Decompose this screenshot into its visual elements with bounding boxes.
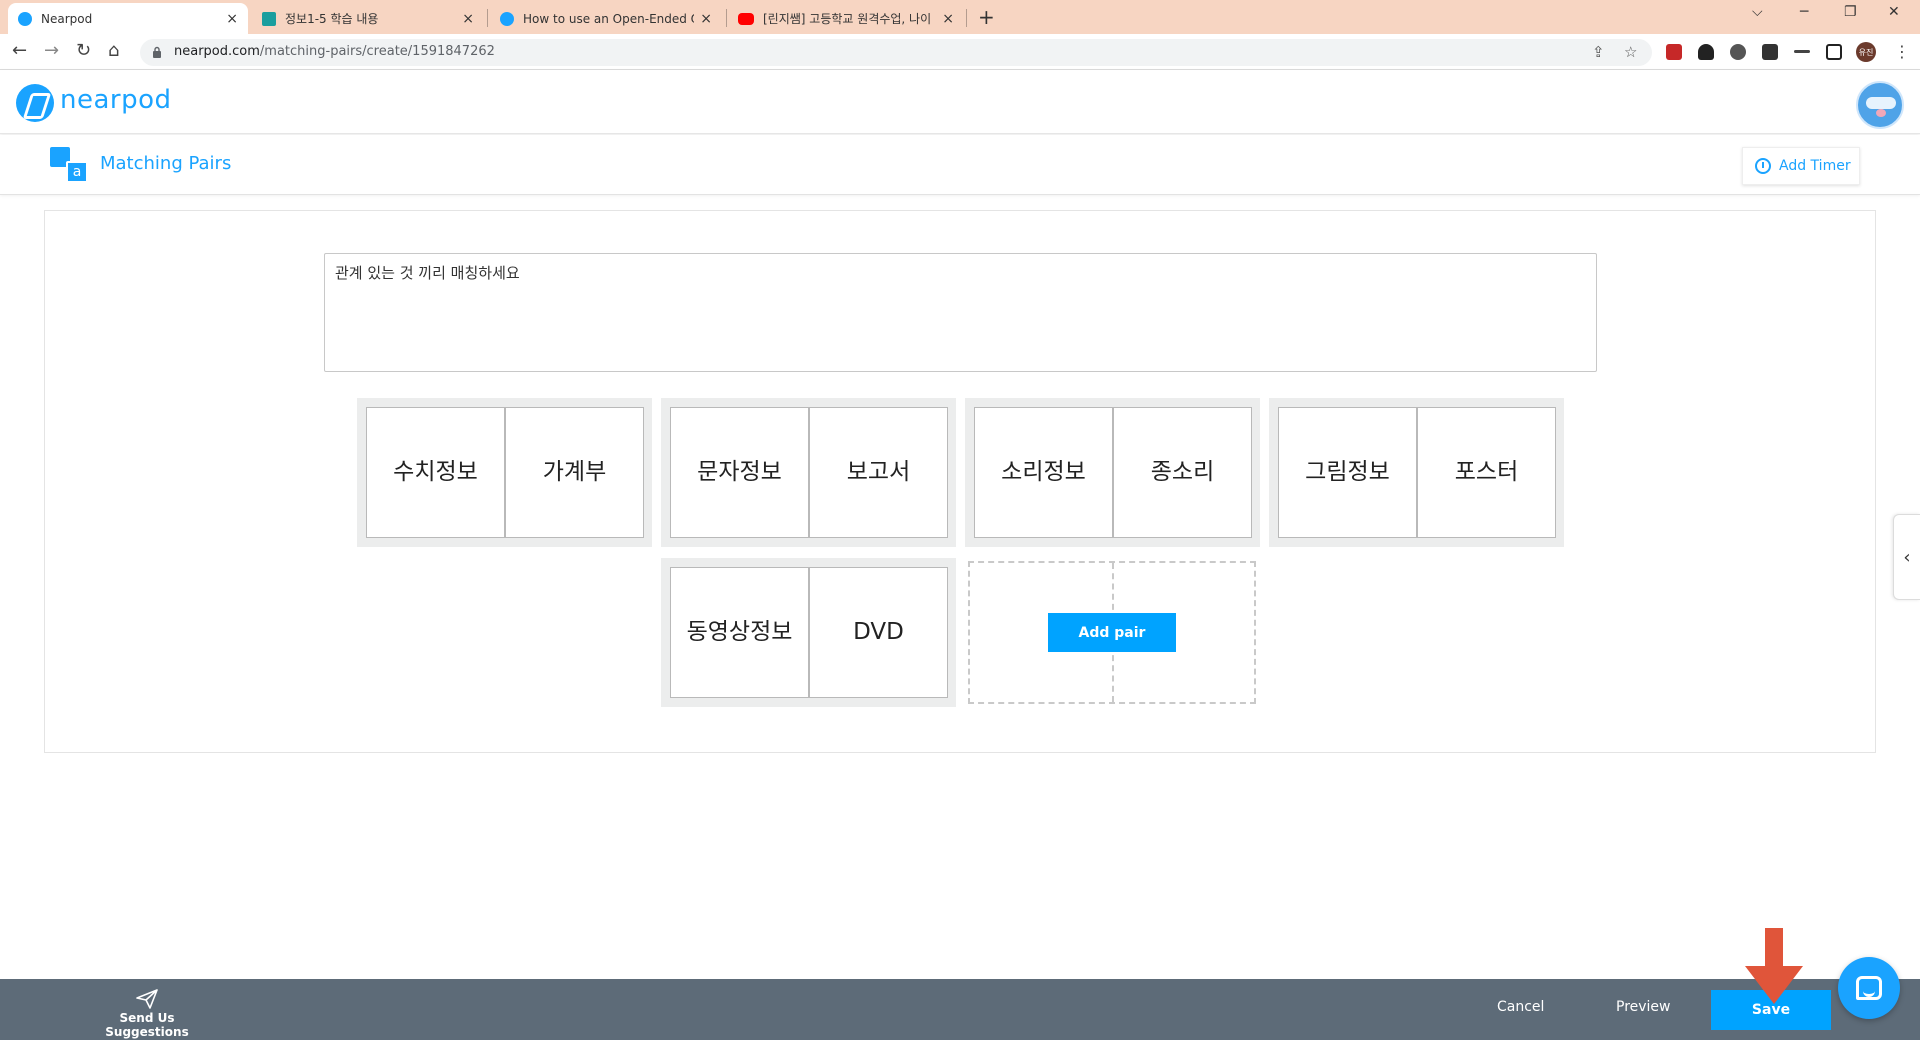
side-panel-icon[interactable]	[1826, 44, 1842, 60]
nearpod-logo-text[interactable]: nearpod	[60, 85, 172, 115]
add-pair-placeholder[interactable]: Add pair	[968, 561, 1256, 704]
activity-header: a Matching Pairs Add Timer	[0, 135, 1920, 195]
close-tab-icon[interactable]: ×	[226, 11, 238, 27]
card-front: a	[66, 161, 88, 183]
tab-separator	[487, 9, 488, 27]
avatar-nose	[1876, 109, 1886, 117]
pair-right-cell[interactable]: 가계부	[505, 407, 644, 538]
home-icon[interactable]: ⌂	[108, 42, 119, 60]
question-input[interactable]: 관계 있는 것 끼리 매칭하세요	[324, 253, 1597, 372]
bookmark-star-icon[interactable]: ☆	[1624, 43, 1637, 61]
url-host: nearpod.com	[174, 44, 260, 59]
stopwatch-icon	[1755, 158, 1771, 174]
tab-separator	[726, 9, 727, 27]
url-text: nearpod.com/matching-pairs/create/159184…	[174, 44, 495, 59]
add-timer-label: Add Timer	[1779, 158, 1851, 174]
pair-right-cell[interactable]: 포스터	[1417, 407, 1556, 538]
preview-button[interactable]: Preview	[1616, 999, 1671, 1015]
puzzle-icon[interactable]	[1762, 44, 1778, 60]
cancel-button[interactable]: Cancel	[1497, 999, 1544, 1015]
chevron-left-icon: ‹	[1903, 546, 1911, 568]
reading-list-icon[interactable]	[1794, 50, 1810, 53]
profile-avatar[interactable]: 유진	[1856, 42, 1876, 62]
minimize-button[interactable]: ─	[1800, 4, 1808, 20]
activity-title: Matching Pairs	[100, 153, 232, 174]
close-window-button[interactable]: ✕	[1888, 4, 1900, 20]
pair-left-cell[interactable]: 수치정보	[366, 407, 505, 538]
pair-right-cell[interactable]: 종소리	[1113, 407, 1252, 538]
tab-search-icon[interactable]: ⌵	[1752, 4, 1763, 20]
browser-menu-icon[interactable]: ⋮	[1894, 42, 1910, 61]
footer-bar: Send Us Suggestions Cancel Preview Save	[0, 979, 1920, 1040]
add-pair-button[interactable]: Add pair	[1048, 613, 1176, 652]
youtube-icon	[738, 12, 754, 25]
pair-right-cell[interactable]: 보고서	[809, 407, 948, 538]
tab-open-ended[interactable]: How to use an Open-Ended Qu ×	[490, 3, 722, 34]
user-avatar[interactable]	[1856, 81, 1904, 129]
browser-toolbar: ← → ↻ ⌂ nearpod.com/matching-pairs/creat…	[0, 34, 1920, 70]
chat-support-button[interactable]	[1838, 957, 1900, 1019]
pair-card: 문자정보 보고서	[661, 398, 956, 547]
tab-title: 정보1-5 학습 내용	[285, 12, 379, 26]
add-timer-button[interactable]: Add Timer	[1742, 147, 1860, 185]
url-path: /matching-pairs/create/1591847262	[259, 44, 495, 59]
pair-left-cell[interactable]: 그림정보	[1278, 407, 1417, 538]
tab-study-content[interactable]: 정보1-5 학습 내용 ×	[252, 3, 484, 34]
extension-icon[interactable]	[1730, 44, 1746, 60]
extension-icon[interactable]	[1666, 44, 1682, 60]
lock-icon	[153, 46, 161, 58]
close-tab-icon[interactable]: ×	[462, 11, 474, 27]
tab-separator	[966, 9, 967, 27]
pair-card: 그림정보 포스터	[1269, 398, 1564, 547]
pair-right-cell[interactable]: DVD	[809, 567, 948, 698]
paper-plane-icon	[136, 989, 158, 1009]
send-suggestions-label: Send Us Suggestions	[105, 1011, 189, 1039]
nearpod-icon	[18, 11, 32, 26]
annotation-arrow-icon	[1745, 928, 1803, 1004]
pair-card: 동영상정보 DVD	[661, 558, 956, 707]
tab-title: Nearpod	[41, 11, 93, 26]
classroom-icon	[262, 11, 276, 26]
tab-nearpod[interactable]: Nearpod ×	[8, 3, 248, 34]
send-suggestions-button[interactable]: Send Us Suggestions	[88, 989, 206, 1039]
pair-card: 수치정보 가계부	[357, 398, 652, 547]
pair-left-cell[interactable]: 동영상정보	[670, 567, 809, 698]
pair-card: 소리정보 종소리	[965, 398, 1260, 547]
matching-pairs-icon: a	[48, 143, 92, 187]
chat-bubble-icon	[1856, 976, 1882, 1000]
nearpod-logo-icon[interactable]	[16, 84, 54, 122]
forward-icon[interactable]: →	[44, 42, 59, 60]
pair-left-cell[interactable]: 문자정보	[670, 407, 809, 538]
tab-youtube[interactable]: [린지쌤] 고등학교 원격수업, 나이 ×	[728, 3, 964, 34]
avatar-face	[1866, 97, 1896, 109]
download-extension-icon[interactable]	[1698, 44, 1714, 60]
close-tab-icon[interactable]: ×	[700, 11, 712, 27]
reload-icon[interactable]: ↻	[76, 42, 91, 60]
collapse-panel-tab[interactable]: ‹	[1893, 514, 1920, 600]
restore-button[interactable]: ❐	[1844, 4, 1857, 20]
new-tab-button[interactable]: +	[978, 5, 995, 29]
nearpod-icon	[500, 11, 514, 26]
close-tab-icon[interactable]: ×	[942, 11, 954, 27]
pair-left-cell[interactable]: 소리정보	[974, 407, 1113, 538]
address-bar[interactable]: nearpod.com/matching-pairs/create/159184…	[140, 39, 1652, 66]
back-icon[interactable]: ←	[12, 42, 27, 60]
share-icon[interactable]: ⇪	[1592, 43, 1605, 61]
tab-title: [린지쌤] 고등학교 원격수업, 나이	[763, 12, 932, 26]
tab-title: How to use an Open-Ended Qu	[523, 11, 695, 26]
browser-tab-strip: Nearpod × 정보1-5 학습 내용 × How to use an Op…	[0, 0, 1920, 34]
app-header: nearpod	[0, 70, 1920, 134]
